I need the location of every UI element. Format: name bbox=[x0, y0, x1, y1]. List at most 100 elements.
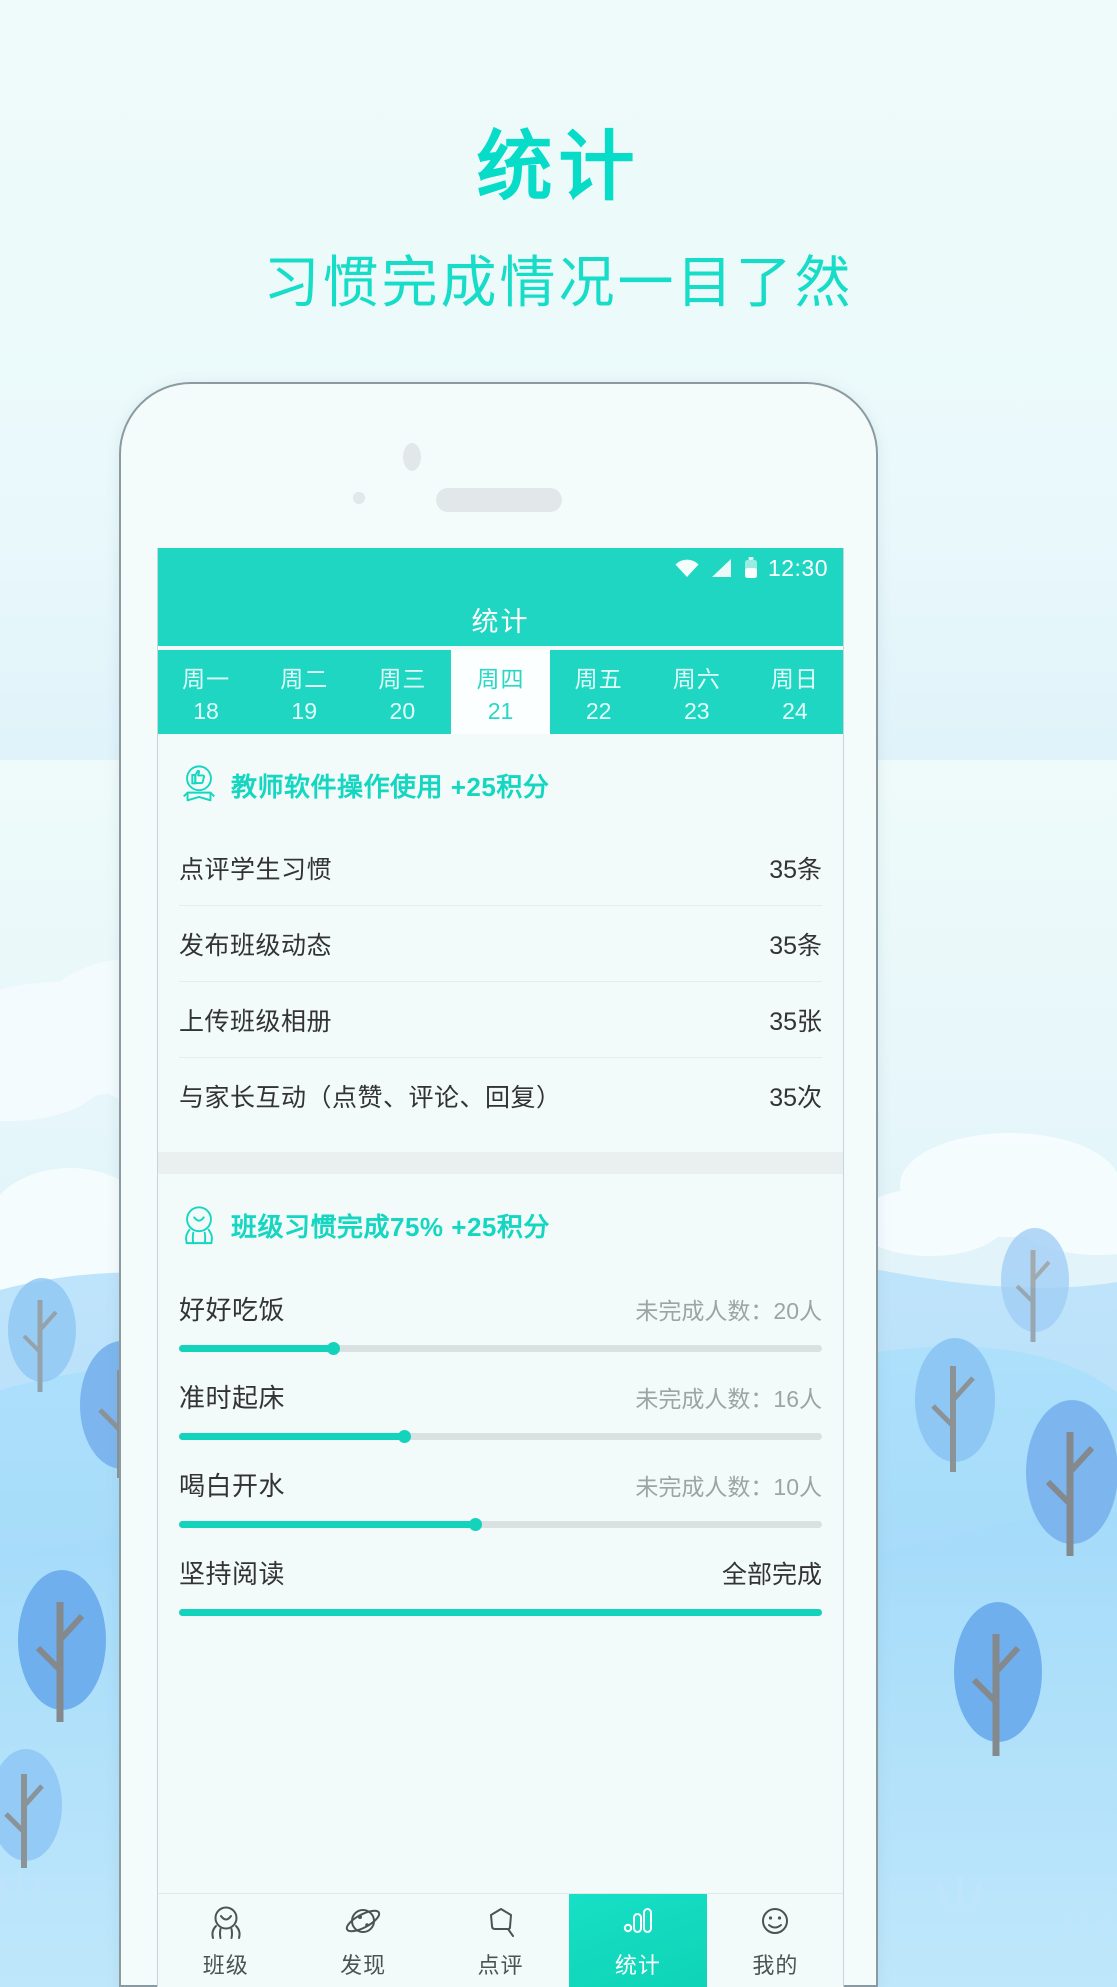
phone-screen: 12:30 统计 周一 18 周二 19 周三 20 周四 21 周五 22 周… bbox=[157, 548, 844, 1987]
day-tab-4[interactable]: 周五 22 bbox=[550, 650, 648, 734]
signal-icon bbox=[711, 559, 731, 577]
habit-header: 坚持阅读 全部完成 bbox=[179, 1554, 822, 1591]
section-teacher-title: 教师软件操作使用 +25积分 bbox=[231, 771, 550, 802]
day-tab-name: 周二 bbox=[280, 665, 329, 692]
day-tab-date: 23 bbox=[683, 697, 710, 724]
status-icons bbox=[674, 557, 758, 579]
habit-progress-fill bbox=[179, 1521, 475, 1528]
row-value: 35条 bbox=[769, 931, 822, 960]
bar-chart-icon bbox=[623, 1907, 652, 1933]
habit-row[interactable]: 好好吃饭 未完成人数：20人 bbox=[179, 1270, 822, 1358]
app-bar: 统计 bbox=[157, 588, 844, 650]
table-row[interactable]: 上传班级相册 35张 bbox=[179, 982, 822, 1058]
nav-item-stats[interactable]: 统计 bbox=[569, 1894, 707, 1987]
app-bar-title: 统计 bbox=[471, 606, 530, 637]
nav-label: 我的 bbox=[752, 1952, 799, 1978]
habit-progress-track[interactable] bbox=[179, 1430, 822, 1443]
wifi-icon bbox=[675, 559, 699, 577]
planet-icon bbox=[345, 1908, 381, 1933]
habit-progress-fill bbox=[179, 1345, 334, 1352]
habit-name: 坚持阅读 bbox=[179, 1559, 286, 1589]
day-tab-name: 周三 bbox=[378, 665, 427, 692]
nav-item-discover[interactable]: 发现 bbox=[294, 1894, 431, 1987]
phone-camera-icon bbox=[402, 443, 421, 471]
habit-header: 准时起床 未完成人数：16人 bbox=[179, 1378, 822, 1415]
table-row[interactable]: 与家长互动（点赞、评论、回复） 35次 bbox=[179, 1058, 822, 1134]
nav-label: 点评 bbox=[477, 1952, 524, 1978]
row-label: 上传班级相册 bbox=[179, 1007, 333, 1036]
day-tab-3[interactable]: 周四 21 bbox=[451, 650, 550, 734]
class-octopus-icon bbox=[211, 1906, 241, 1939]
section-class: 班级习惯完成75% +25积分 好好吃饭 未完成人数：20人 准时起床 未完成人… bbox=[157, 1174, 844, 1622]
nav-item-class[interactable]: 班级 bbox=[157, 1894, 294, 1987]
row-value: 35条 bbox=[769, 855, 822, 884]
smiley-face-icon bbox=[762, 1907, 789, 1934]
section-divider bbox=[157, 1152, 844, 1174]
habit-meta: 未完成人数：10人 bbox=[635, 1474, 822, 1500]
screen-edge-right bbox=[843, 548, 844, 1987]
habit-meta: 未完成人数：20人 bbox=[635, 1298, 822, 1324]
bottom-navigation[interactable]: 班级 发现 点评 统计 我的 bbox=[157, 1893, 844, 1987]
status-bar: 12:30 bbox=[157, 548, 844, 588]
nav-label: 班级 bbox=[202, 1952, 249, 1978]
section-class-header: 班级习惯完成75% +25积分 bbox=[179, 1174, 822, 1270]
habit-header: 喝白开水 未完成人数：10人 bbox=[179, 1466, 822, 1503]
page-subtitle: 习惯完成情况一目了然 bbox=[263, 251, 854, 314]
screen-edge-left bbox=[157, 548, 158, 1987]
habit-meta: 未完成人数：16人 bbox=[635, 1386, 822, 1412]
row-label: 发布班级动态 bbox=[179, 931, 333, 960]
habit-progress-track[interactable] bbox=[179, 1342, 822, 1355]
day-tab-0[interactable]: 周一 18 bbox=[157, 650, 255, 734]
day-tab-6[interactable]: 周日 24 bbox=[746, 650, 844, 734]
section-teacher: 教师软件操作使用 +25积分 点评学生习惯 35条 发布班级动态 35条 上传班… bbox=[157, 734, 844, 1134]
nav-item-comment[interactable]: 点评 bbox=[432, 1894, 569, 1987]
day-tab-name: 周四 bbox=[476, 665, 525, 692]
table-row[interactable]: 点评学生习惯 35条 bbox=[179, 830, 822, 906]
habit-progress-knob[interactable] bbox=[468, 1518, 482, 1531]
row-label: 点评学生习惯 bbox=[179, 855, 333, 884]
day-tab-name: 周六 bbox=[672, 665, 721, 692]
row-value: 35次 bbox=[769, 1084, 822, 1112]
promo-header: 统计 习惯完成情况一目了然 bbox=[0, 0, 1117, 319]
day-tab-date: 21 bbox=[487, 697, 514, 724]
day-tab-date: 19 bbox=[291, 697, 317, 724]
day-tab-date: 20 bbox=[389, 697, 416, 724]
habit-name: 喝白开水 bbox=[179, 1471, 286, 1501]
habit-meta: 全部完成 bbox=[721, 1561, 822, 1589]
page-title: 统计 bbox=[476, 125, 641, 210]
habit-progress-fill bbox=[179, 1609, 822, 1616]
habit-row[interactable]: 准时起床 未完成人数：16人 bbox=[179, 1358, 822, 1446]
habit-header: 好好吃饭 未完成人数：20人 bbox=[179, 1290, 822, 1327]
day-tab-2[interactable]: 周三 20 bbox=[353, 650, 451, 734]
nav-label: 发现 bbox=[340, 1952, 387, 1978]
phone-sensor-icon bbox=[352, 492, 365, 504]
habit-row[interactable]: 坚持阅读 全部完成 bbox=[179, 1534, 822, 1622]
habit-name: 准时起床 bbox=[179, 1383, 286, 1413]
row-label: 与家长互动（点赞、评论、回复） bbox=[179, 1084, 562, 1112]
table-row[interactable]: 发布班级动态 35条 bbox=[179, 906, 822, 982]
day-tab-5[interactable]: 周六 23 bbox=[648, 650, 746, 734]
habit-progress-knob[interactable] bbox=[398, 1430, 412, 1443]
row-value: 35张 bbox=[769, 1007, 822, 1036]
day-tab-name: 周五 bbox=[574, 665, 623, 692]
day-tab-name: 周日 bbox=[770, 665, 819, 692]
medal-person-icon bbox=[185, 1206, 213, 1245]
day-tab-1[interactable]: 周二 19 bbox=[255, 650, 353, 734]
habit-row[interactable]: 喝白开水 未完成人数：10人 bbox=[179, 1446, 822, 1534]
phone-speaker-grille bbox=[435, 488, 562, 512]
day-tab-name: 周一 bbox=[182, 665, 231, 692]
screen-content: 教师软件操作使用 +25积分 点评学生习惯 35条 发布班级动态 35条 上传班… bbox=[157, 734, 844, 1622]
habit-name: 好好吃饭 bbox=[179, 1295, 286, 1325]
habit-progress-track[interactable] bbox=[179, 1518, 822, 1531]
nav-label: 统计 bbox=[614, 1952, 661, 1978]
star-comment-icon bbox=[489, 1907, 514, 1937]
nav-item-mine[interactable]: 我的 bbox=[707, 1894, 844, 1987]
habit-progress-knob[interactable] bbox=[327, 1342, 341, 1355]
status-time: 12:30 bbox=[767, 554, 828, 581]
day-tab-date: 22 bbox=[585, 697, 612, 724]
section-teacher-header: 教师软件操作使用 +25积分 bbox=[179, 734, 822, 830]
habit-progress-track[interactable] bbox=[179, 1609, 822, 1616]
day-tabs[interactable]: 周一 18 周二 19 周三 20 周四 21 周五 22 周六 23 周日 2… bbox=[157, 650, 844, 734]
day-tab-date: 18 bbox=[193, 697, 219, 724]
phone-mockup: 12:30 统计 周一 18 周二 19 周三 20 周四 21 周五 22 周… bbox=[119, 382, 878, 1987]
